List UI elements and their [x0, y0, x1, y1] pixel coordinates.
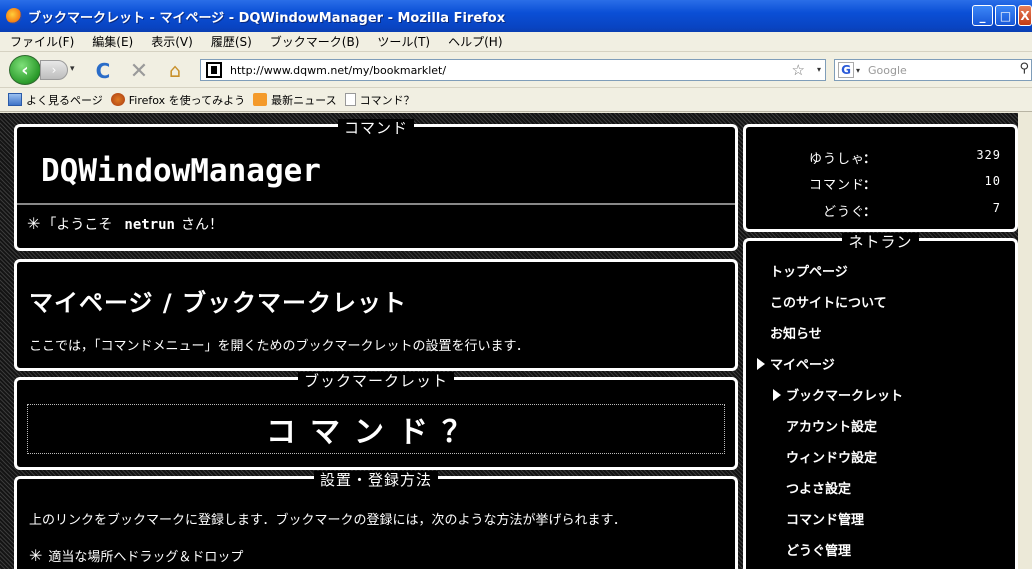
search-input[interactable]: Google: [868, 64, 907, 77]
close-button[interactable]: X: [1018, 5, 1032, 26]
window-titlebar: ブックマークレット - マイページ - DQWindowManager - Mo…: [0, 0, 1032, 32]
nav-item-my-page[interactable]: マイページ: [770, 354, 835, 373]
bookmark-getting-started[interactable]: Firefox を使ってみよう: [110, 92, 246, 108]
install-description: 上のリンクをブックマークに登録します．ブックマークの登録には，次のような方法が挙…: [29, 513, 626, 528]
stat-colon: ：: [863, 152, 878, 167]
bookmark-latest-news[interactable]: 最新ニュース: [253, 92, 337, 108]
search-icon[interactable]: ⚲: [1019, 61, 1029, 76]
cursor-arrow-icon: [773, 389, 781, 401]
rss-icon: [253, 93, 268, 106]
page-description: ここでは，「コマンドメニュー」を開くためのブックマークレットの設置を行います．: [29, 339, 529, 354]
url-dropdown-icon[interactable]: ▾: [817, 65, 821, 74]
stat-value: 329: [976, 148, 1001, 162]
nav-panel: ネトラン トップページ このサイトについて お知らせ マイページ ブックマークレ…: [743, 233, 1018, 569]
bookmark-label: よく見るページ: [26, 93, 103, 107]
forward-button[interactable]: ›: [40, 60, 68, 80]
panel-title: ブックマークレット: [297, 372, 454, 390]
search-box[interactable]: G ▾ Google ⚲: [834, 59, 1032, 81]
page-title: マイページ / ブックマークレット: [29, 289, 407, 317]
stats-panel: ゆうしゃ ： 329 コマンド ： 10 どうぐ ： 7: [743, 124, 1018, 232]
stat-label: ゆうしゃ: [808, 152, 865, 167]
menu-history[interactable]: 履歴(S): [211, 33, 252, 50]
stat-row-heroes: ゆうしゃ ： 329: [746, 148, 1015, 168]
vertical-scrollbar[interactable]: [1018, 113, 1032, 569]
folder-icon: [8, 93, 22, 106]
menu-help[interactable]: ヘルプ(H): [448, 33, 502, 50]
stat-value: 7: [992, 201, 1001, 215]
nav-item-window-settings[interactable]: ウィンドウ設定: [786, 447, 877, 466]
stop-icon[interactable]: ✕: [128, 59, 150, 84]
stat-value: 10: [984, 174, 1001, 188]
stat-colon: ：: [863, 205, 878, 220]
maximize-button[interactable]: □: [995, 5, 1016, 26]
greeting-suffix: さん！: [180, 217, 223, 233]
history-dropdown-icon[interactable]: ▾: [70, 64, 75, 74]
nav-item-command-management[interactable]: コマンド管理: [786, 509, 864, 528]
bookmarklet-link[interactable]: コマンド？: [266, 407, 486, 451]
back-button[interactable]: ‹: [9, 55, 41, 85]
nav-item-top-page[interactable]: トップページ: [770, 261, 848, 280]
stat-colon: ：: [863, 178, 878, 193]
site-logo[interactable]: DQWindowManager: [41, 153, 321, 189]
reload-icon[interactable]: C: [92, 59, 114, 83]
page-icon: [344, 93, 356, 106]
window-controls: _ □ X: [972, 5, 1032, 26]
bookmarklet-link-box: コマンド？: [27, 404, 725, 454]
username: netrun: [124, 217, 175, 233]
stat-label: コマンド: [808, 178, 865, 193]
install-method-label: 適当な場所へドラッグ＆ドロップ: [48, 550, 244, 565]
nav-item-item-management[interactable]: どうぐ管理: [786, 540, 851, 559]
window-title: ブックマークレット - マイページ - DQWindowManager - Mo…: [28, 10, 506, 26]
menu-bar: ファイル(F) 編集(E) 表示(V) 履歴(S) ブックマーク(B) ツール(…: [0, 32, 1032, 52]
menu-view[interactable]: 表示(V): [151, 33, 193, 50]
asterisk-icon: ✳: [27, 214, 41, 233]
firefox-icon: [110, 93, 125, 106]
stat-row-commands: コマンド ： 10: [746, 174, 1015, 194]
stat-row-items: どうぐ ： 7: [746, 201, 1015, 221]
nav-item-news[interactable]: お知らせ: [770, 323, 822, 342]
url-bar[interactable]: http://www.dqwm.net/my/bookmarklet/ ☆ ▾: [200, 59, 826, 81]
menu-file[interactable]: ファイル(F): [10, 33, 74, 50]
menu-tools[interactable]: ツール(T): [377, 33, 430, 50]
install-panel: 設置・登録方法 上のリンクをブックマークに登録します．ブックマークの登録には，次…: [14, 471, 738, 569]
nav-item-bookmarklet[interactable]: ブックマークレット: [786, 385, 903, 404]
engine-dropdown-icon[interactable]: ▾: [856, 66, 860, 75]
install-method-item: ✳ 適当な場所へドラッグ＆ドロップ: [29, 546, 243, 565]
page-panel: マイページ / ブックマークレット ここでは，「コマンドメニュー」を開くためのブ…: [14, 259, 738, 371]
google-engine-icon[interactable]: G: [838, 62, 854, 78]
bookmark-label: Firefox を使ってみよう: [128, 93, 246, 107]
site-favicon-icon: [206, 62, 222, 78]
url-text[interactable]: http://www.dqwm.net/my/bookmarklet/: [230, 64, 446, 77]
bookmarklet-panel: ブックマークレット コマンド？: [14, 372, 738, 470]
panel-title: コマンド: [337, 119, 414, 137]
stat-label: どうぐ: [822, 205, 865, 220]
navigation-toolbar: ‹ › ▾ C ✕ ⌂ http://www.dqwm.net/my/bookm…: [0, 52, 1032, 88]
menu-bookmarks[interactable]: ブックマーク(B): [270, 33, 360, 50]
nav-item-strength-settings[interactable]: つよさ設定: [786, 478, 851, 497]
bookmark-label: 最新ニュース: [271, 93, 337, 107]
panel-title: 設置・登録方法: [313, 471, 438, 489]
page-content: コマンド DQWindowManager ✳ 「ようこそ netrun さん！ マイペ…: [0, 113, 1032, 569]
minimize-button[interactable]: _: [972, 5, 993, 26]
greeting: ✳ 「ようこそ netrun さん！: [27, 214, 223, 234]
greeting-prefix: 「ようこそ: [42, 217, 113, 233]
panel-title: ネトラン: [842, 233, 919, 251]
header-panel: コマンド DQWindowManager ✳ 「ようこそ netrun さん！: [14, 119, 738, 251]
home-icon[interactable]: ⌂: [164, 60, 186, 82]
nav-item-about[interactable]: このサイトについて: [770, 292, 887, 311]
firefox-logo-icon: [6, 8, 22, 24]
cursor-arrow-icon: [757, 358, 765, 370]
bookmark-star-icon[interactable]: ☆: [792, 61, 805, 79]
menu-edit[interactable]: 編集(E): [92, 33, 133, 50]
bookmark-command[interactable]: コマンド？: [344, 92, 415, 108]
divider: [17, 203, 735, 205]
bookmarks-toolbar: よく見るページ Firefox を使ってみよう 最新ニュース コマンド？: [0, 88, 1032, 112]
asterisk-icon: ✳: [29, 546, 43, 565]
bookmark-most-visited[interactable]: よく見るページ: [8, 92, 103, 108]
nav-item-account-settings[interactable]: アカウント設定: [786, 416, 877, 435]
bookmark-label: コマンド？: [359, 93, 415, 107]
